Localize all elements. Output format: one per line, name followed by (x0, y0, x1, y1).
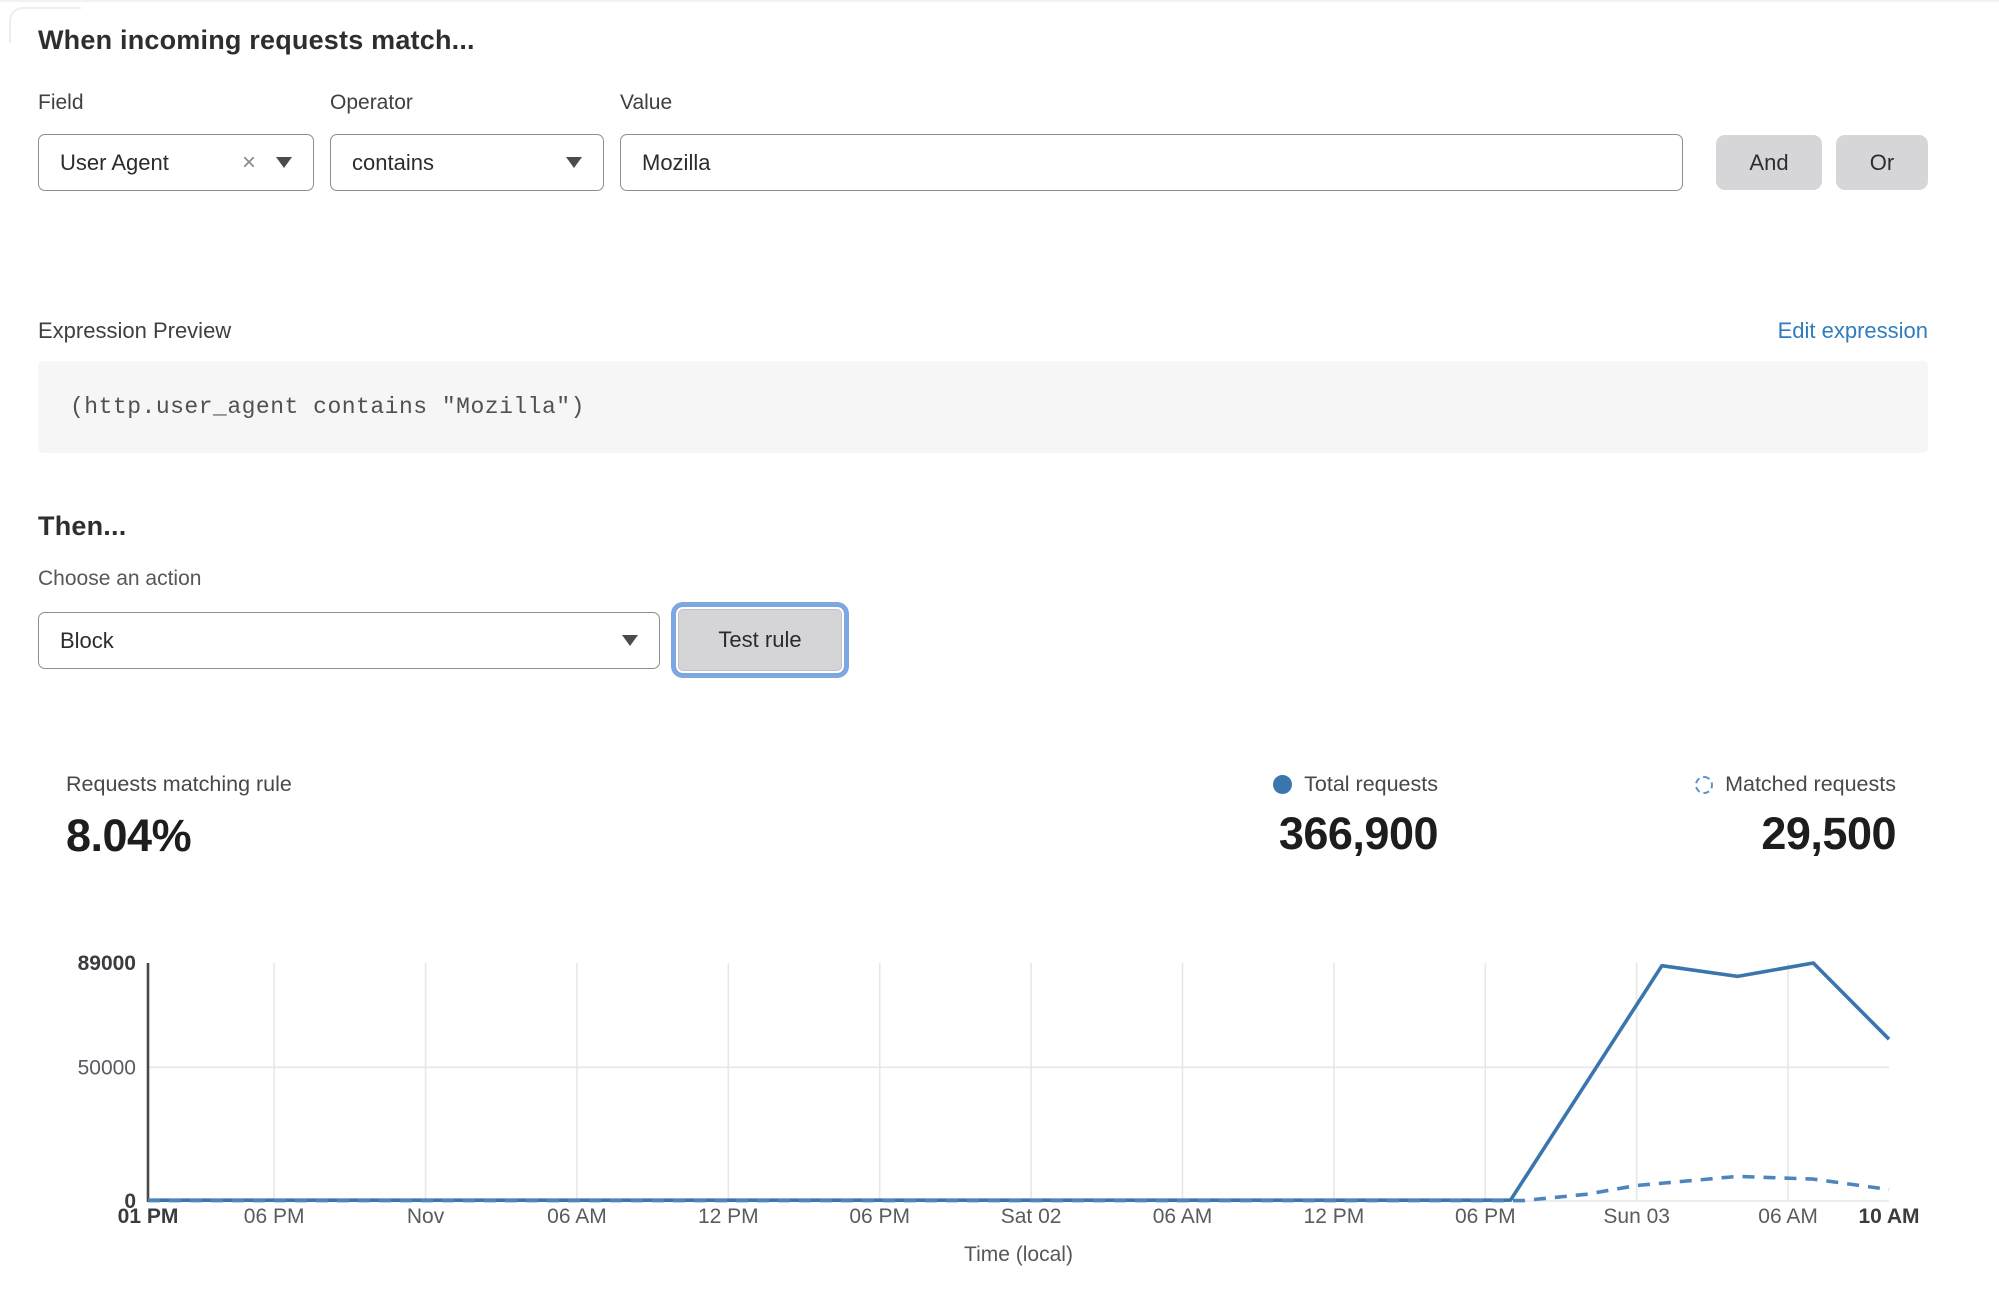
requests-matching-value: 8.04% (66, 810, 292, 862)
matched-requests-stat: Matched requests 29,500 (1540, 772, 1896, 860)
x-axis-title: Time (local) (964, 1243, 1073, 1266)
x-axis-tick-label: 01 PM (118, 1205, 179, 1228)
total-requests-legend-icon (1273, 775, 1292, 794)
x-axis-tick-label: 06 PM (849, 1205, 910, 1228)
matched-requests-legend-icon (1695, 776, 1713, 794)
matched-requests-value: 29,500 (1540, 808, 1896, 860)
edit-expression-link[interactable]: Edit expression (1778, 318, 1928, 344)
value-input-wrap (620, 134, 1683, 191)
expression-code: (http.user_agent contains "Mozilla") (70, 394, 585, 420)
card-top-edge (0, 0, 1999, 2)
x-axis-tick-label: 06 PM (244, 1205, 305, 1228)
y-axis-tick-label: 89000 (78, 952, 136, 975)
y-axis-tick-label: 50000 (78, 1056, 136, 1079)
value-label: Value (620, 91, 672, 115)
value-input[interactable] (621, 135, 1682, 190)
field-label: Field (38, 91, 84, 115)
x-axis-tick-label: 10 AM (1858, 1205, 1919, 1228)
x-axis-tick-label: 06 AM (547, 1205, 607, 1228)
operator-select-value: contains (331, 150, 566, 176)
total-requests-label: Total requests (1304, 772, 1438, 797)
requests-matching-stat: Requests matching rule 8.04% (66, 772, 292, 862)
matched-requests-label: Matched requests (1725, 772, 1896, 797)
then-heading: Then... (38, 511, 126, 542)
chevron-down-icon (276, 157, 292, 168)
total-requests-stat: Total requests 366,900 (1100, 772, 1438, 860)
or-button[interactable]: Or (1836, 135, 1928, 190)
expression-preview-label: Expression Preview (38, 318, 231, 344)
field-select[interactable]: User Agent × (38, 134, 314, 191)
operator-label: Operator (330, 91, 413, 115)
rule-builder-heading: When incoming requests match... (38, 25, 475, 56)
x-axis-tick-label: 06 AM (1758, 1205, 1818, 1228)
action-select[interactable]: Block (38, 612, 660, 669)
x-axis-tick-label: Sun 03 (1603, 1205, 1670, 1228)
series-total-requests (148, 963, 1889, 1200)
x-axis-tick-label: 06 AM (1153, 1205, 1213, 1228)
requests-line-chart: 8900050000001 PM06 PMNov06 AM12 PM06 PMS… (0, 930, 1999, 1295)
choose-action-label: Choose an action (38, 567, 201, 591)
x-axis-tick-label: 06 PM (1455, 1205, 1516, 1228)
series-matched-requests (148, 1176, 1889, 1200)
expression-code-block: (http.user_agent contains "Mozilla") (38, 361, 1928, 453)
clear-field-icon[interactable]: × (242, 151, 256, 175)
x-axis-tick-label: Nov (407, 1205, 445, 1228)
chevron-down-icon (566, 157, 582, 168)
requests-matching-label: Requests matching rule (66, 772, 292, 797)
x-axis-tick-label: Sat 02 (1001, 1205, 1062, 1228)
operator-select[interactable]: contains (330, 134, 604, 191)
x-axis-tick-label: 12 PM (698, 1205, 759, 1228)
field-select-value: User Agent (39, 150, 242, 176)
x-axis-tick-label: 12 PM (1304, 1205, 1365, 1228)
test-rule-button[interactable]: Test rule (678, 609, 842, 671)
action-select-value: Block (39, 628, 622, 654)
chevron-down-icon (622, 635, 638, 646)
total-requests-value: 366,900 (1100, 808, 1438, 860)
and-button[interactable]: And (1716, 135, 1822, 190)
